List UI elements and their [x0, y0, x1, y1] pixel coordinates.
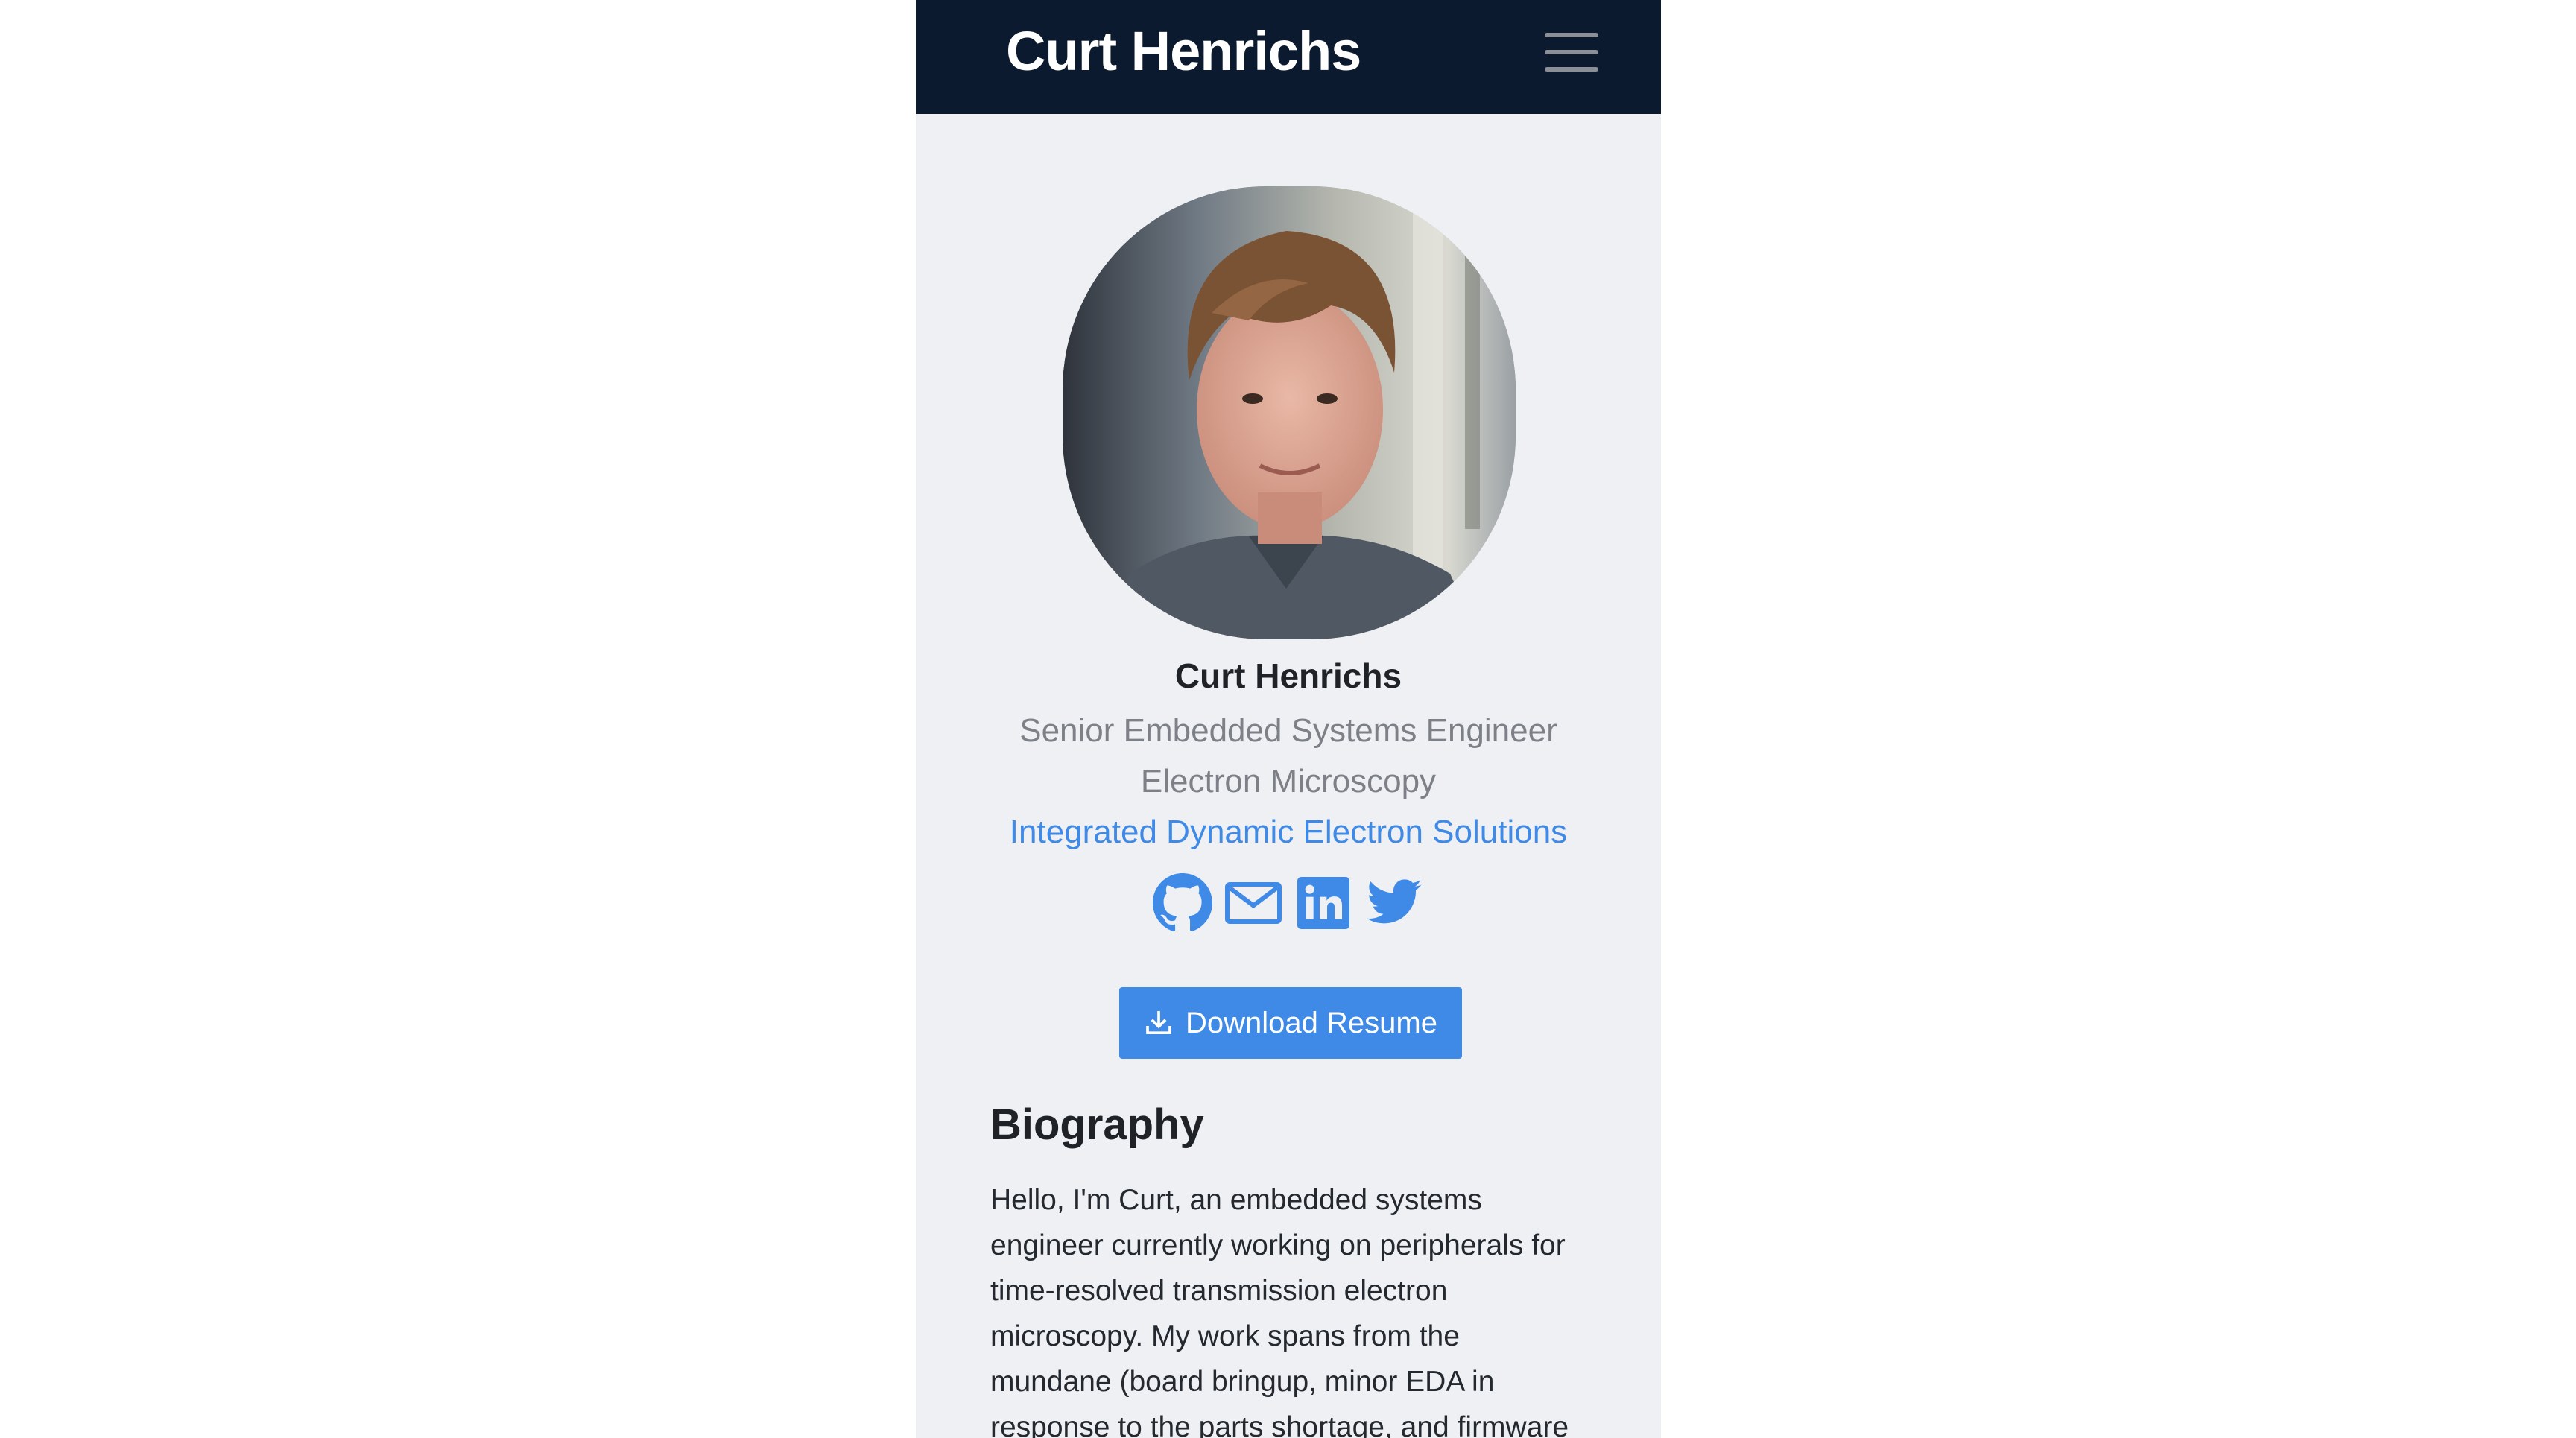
download-resume-label: Download Resume: [1186, 1007, 1437, 1039]
profile-role: Senior Embedded Systems Engineer: [1019, 712, 1557, 749]
organization-link[interactable]: Integrated Dynamic Electron Solutions: [916, 814, 1661, 851]
download-resume-button[interactable]: Download Resume: [1119, 987, 1462, 1059]
page-viewport: Curt Henrichs Curt Henrichs Senior Embed…: [916, 0, 1661, 1438]
navbar: Curt Henrichs: [916, 0, 1661, 114]
profile-name: Curt Henrichs: [1174, 656, 1402, 695]
github-link[interactable]: [1153, 873, 1213, 933]
avatar-photo: [1063, 186, 1516, 639]
biography-text: Hello, I'm Curt, an embedded systems eng…: [990, 1184, 1569, 1438]
site-brand[interactable]: Curt Henrichs: [1006, 19, 1361, 83]
hamburger-bar: [1545, 67, 1598, 72]
download-icon: [1144, 1007, 1174, 1037]
email-link[interactable]: [1224, 873, 1283, 933]
linkedin-link[interactable]: [1294, 873, 1353, 933]
avatar: [1063, 186, 1516, 639]
hamburger-bar: [1545, 50, 1598, 54]
email-icon: [1224, 882, 1282, 924]
linkedin-icon: [1297, 877, 1350, 929]
biography-heading: Biography: [990, 1100, 1204, 1149]
twitter-icon: [1367, 879, 1422, 924]
social-links: [916, 873, 1661, 933]
hamburger-menu-icon[interactable]: [1542, 30, 1601, 75]
github-icon: [1153, 873, 1213, 932]
twitter-link[interactable]: [1364, 873, 1424, 933]
hamburger-bar: [1545, 33, 1598, 37]
profile-department: Electron Microscopy: [1140, 763, 1437, 799]
